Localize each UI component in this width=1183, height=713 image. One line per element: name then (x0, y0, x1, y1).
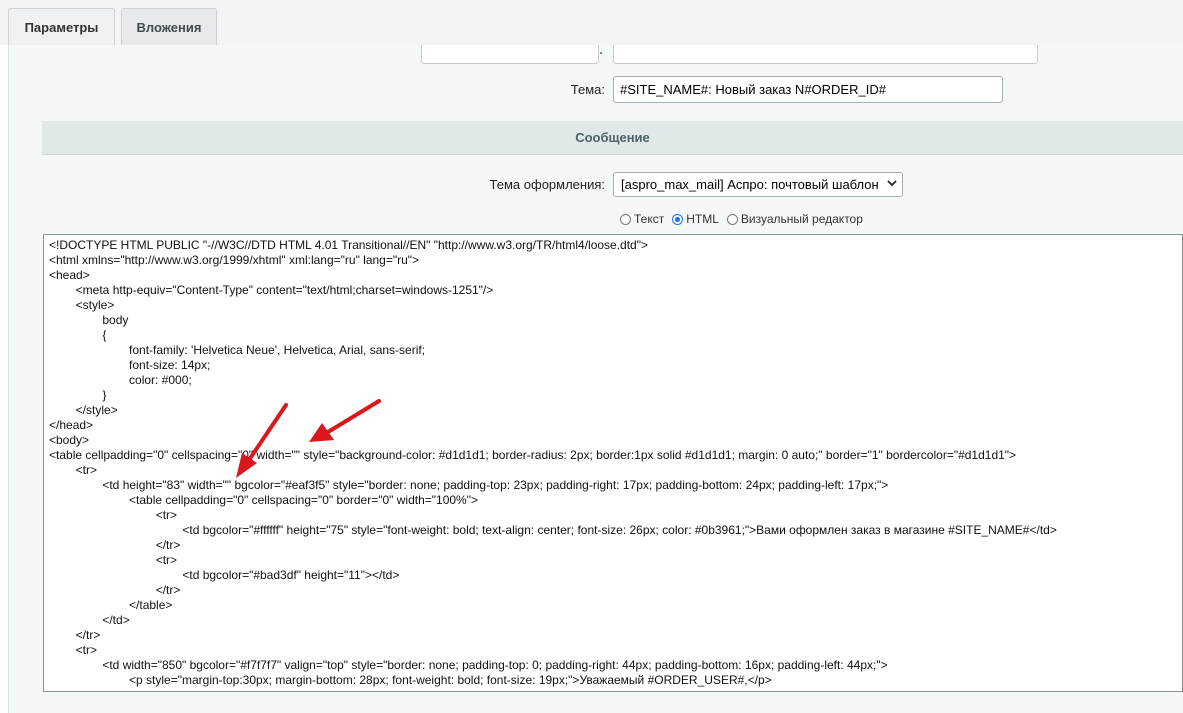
code-line: </head> (49, 418, 94, 432)
code-line: <head> (49, 268, 90, 282)
code-line: </tr> (49, 628, 101, 642)
radio-html-label: HTML (686, 212, 719, 226)
theme-label: Тема оформления: (489, 177, 605, 192)
subject-input[interactable]: #SITE_NAME#: Новый заказ N#ORDER_ID# (613, 76, 1003, 103)
code-line: { (49, 328, 107, 342)
code-line: font-family: 'Helvetica Neue', Helvetica… (49, 343, 426, 357)
partial-separator (600, 52, 602, 54)
code-line: <tr> (49, 643, 98, 657)
code-line: } (49, 388, 107, 402)
radio-html-mode[interactable]: HTML (672, 212, 719, 226)
theme-select[interactable]: [aspro_max_mail] Аспро: почтовый шаблон (613, 172, 903, 197)
message-body-editor[interactable]: <!DOCTYPE HTML PUBLIC "-//W3C//DTD HTML … (43, 234, 1183, 692)
code-line: <td bgcolor="#ffffff" height="75" style=… (49, 523, 1057, 537)
tab-bar: Параметры Вложения (0, 0, 1183, 45)
radio-circle-html[interactable] (672, 213, 684, 225)
code-line: </tr> (49, 538, 181, 552)
tab-parameters[interactable]: Параметры (8, 8, 115, 45)
code-line: <tr> (49, 553, 178, 567)
code-line: <tr> (49, 463, 98, 477)
code-line: <td width="850" bgcolor="#f7f7f7" valign… (49, 658, 888, 672)
code-line: <style> (49, 298, 115, 312)
code-line: <meta http-equiv="Content-Type" content=… (49, 283, 494, 297)
left-margin (0, 45, 8, 713)
partial-field-left[interactable] (421, 45, 599, 64)
partial-field-right[interactable] (613, 45, 1038, 64)
message-section-title: Сообщение (575, 130, 650, 145)
code-line: <table cellpadding="0" cellspacing="0" b… (49, 493, 478, 507)
code-line: <table cellpadding="0" cellspacing="0" w… (49, 448, 1017, 462)
code-line: <p style="margin-top:30px; margin-bottom… (49, 673, 772, 687)
code-content: <!DOCTYPE HTML PUBLIC "-//W3C//DTD HTML … (49, 238, 1182, 688)
tab-attachments-label: Вложения (136, 19, 202, 35)
subject-label: Тема: (570, 82, 605, 97)
code-line: <!DOCTYPE HTML PUBLIC "-//W3C//DTD HTML … (49, 238, 648, 252)
code-line: <html xmlns="http://www.w3.org/1999/xhtm… (49, 253, 420, 267)
radio-text-label: Текст (634, 212, 665, 226)
radio-circle-text[interactable] (620, 213, 631, 225)
tab-parameters-label: Параметры (24, 19, 99, 35)
code-line: body (49, 313, 129, 327)
message-section-header: Сообщение (42, 121, 1183, 155)
radio-visual-mode[interactable]: Визуальный редактор (726, 212, 863, 226)
code-line: <td bgcolor="#bad3df" height="11"></td> (49, 568, 400, 582)
radio-visual-label: Визуальный редактор (740, 212, 863, 226)
radio-text-mode[interactable]: Текст (620, 212, 664, 226)
tab-attachments[interactable]: Вложения (121, 8, 217, 45)
editor-mode-group: Текст HTML Визуальный редактор (620, 210, 871, 228)
code-line: color: #000; (49, 373, 192, 387)
code-line: </td> (49, 613, 130, 627)
code-line: <body> (49, 433, 90, 447)
code-line: <tr> (49, 508, 178, 522)
chevron-down-icon[interactable] (886, 177, 898, 189)
radio-circle-visual[interactable] (726, 213, 738, 225)
code-line: </tr> (49, 583, 181, 597)
code-line: </table> (49, 598, 173, 612)
code-line: </style> (49, 403, 118, 417)
code-line: <td height="83" width="" bgcolor="#eaf3f… (49, 478, 889, 492)
code-line: font-size: 14px; (49, 358, 211, 372)
